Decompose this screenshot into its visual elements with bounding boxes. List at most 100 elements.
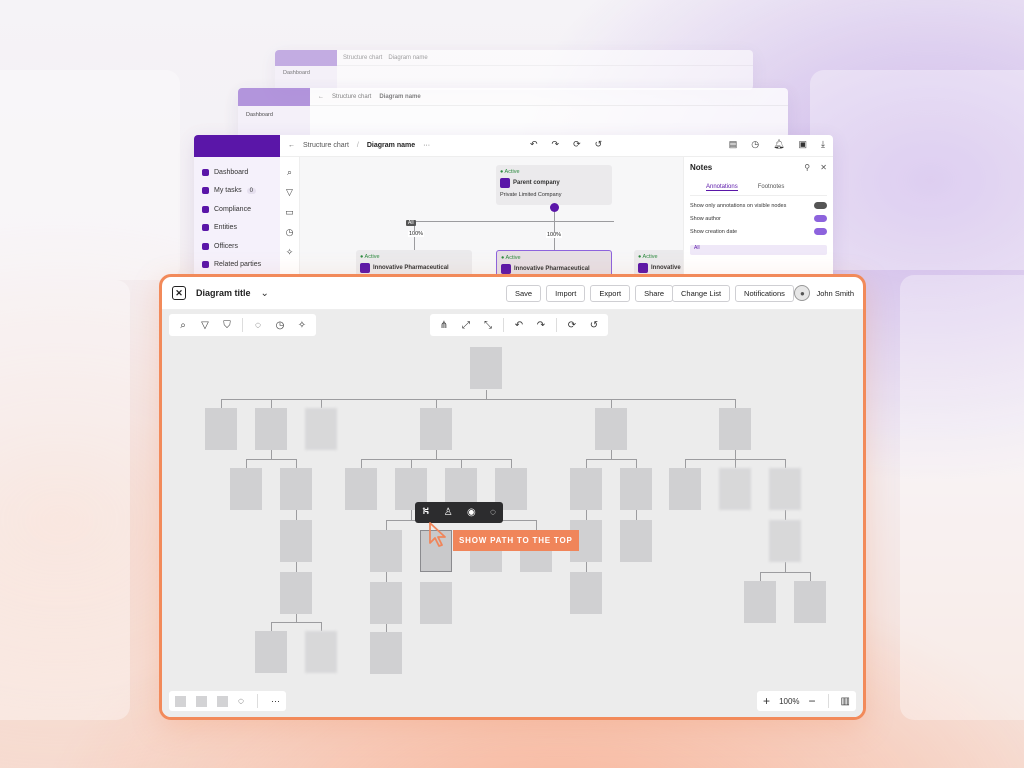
history-icon[interactable]: ◷ xyxy=(751,139,759,150)
user-menu[interactable]: ● John Smith xyxy=(794,285,854,301)
tab-footnotes[interactable]: Footnotes xyxy=(758,184,785,191)
person-icon[interactable]: ♙ xyxy=(444,507,453,518)
diagram-node[interactable] xyxy=(305,631,337,673)
highlight-icon[interactable]: ⛉ xyxy=(217,315,237,335)
diagram-node[interactable] xyxy=(255,631,287,673)
search-icon[interactable]: ⌕ xyxy=(287,167,292,178)
diagram-node[interactable] xyxy=(620,520,652,562)
diagram-node[interactable] xyxy=(370,632,402,674)
annotation-row[interactable]: All xyxy=(690,245,827,255)
diagram-node[interactable] xyxy=(255,408,287,450)
clock-icon[interactable]: ◷ xyxy=(286,227,294,238)
reset-icon[interactable]: ↺ xyxy=(595,139,603,150)
share-button[interactable]: Share xyxy=(635,285,674,302)
breadcrumb: Structure chart xyxy=(332,93,372,100)
sidebar-item-officers[interactable]: Officers xyxy=(202,237,272,256)
eye-icon[interactable]: ◉ xyxy=(467,507,476,518)
hierarchy-icon[interactable]: ⋔ xyxy=(434,315,454,335)
import-button[interactable]: Import xyxy=(546,285,586,302)
clock-icon[interactable]: ◷ xyxy=(270,315,290,335)
close-icon[interactable]: ✕ xyxy=(820,163,827,172)
back-icon[interactable]: ← xyxy=(318,94,324,100)
diagram-node[interactable] xyxy=(769,468,801,510)
sidebar-item-my-tasks[interactable]: My tasks 0 xyxy=(202,182,272,201)
diagram-node[interactable] xyxy=(794,581,826,623)
refresh-icon[interactable]: ⟳ xyxy=(573,139,581,150)
sidebar-item-related-parties[interactable]: Related parties xyxy=(202,256,272,275)
diagram-node[interactable] xyxy=(305,408,337,450)
diagram-node[interactable] xyxy=(719,408,751,450)
zoom-in-icon[interactable]: + xyxy=(763,694,770,708)
chevron-down-icon[interactable]: ⌄ xyxy=(261,288,269,299)
parent-company-card[interactable]: ● Active Parent company Private Limited … xyxy=(496,165,612,205)
diagram-node[interactable] xyxy=(669,468,701,510)
sidebar-item-entities[interactable]: Entities xyxy=(202,219,272,238)
layout-option[interactable] xyxy=(217,695,228,707)
diagram-node[interactable] xyxy=(420,582,452,624)
entity-name: Innovative Pharmaceutical xyxy=(501,264,607,274)
comment-icon[interactable]: ◌ xyxy=(238,696,244,707)
refresh-icon[interactable]: ⟳ xyxy=(562,315,582,335)
tab-annotations[interactable]: Annotations xyxy=(706,184,738,191)
change-list-button[interactable]: Change List xyxy=(672,285,731,302)
path-to-top-icon[interactable]: ⛕ xyxy=(422,506,429,519)
sparkle-icon[interactable]: ✧ xyxy=(292,315,312,335)
diagram-node[interactable] xyxy=(420,408,452,450)
diagram-node[interactable] xyxy=(345,468,377,510)
diagram-node[interactable] xyxy=(280,572,312,614)
layout-option[interactable] xyxy=(175,695,186,707)
highlight-icon[interactable]: ▭ xyxy=(285,207,294,218)
diagram-node[interactable] xyxy=(280,468,312,510)
app-logo-icon[interactable]: ✕ xyxy=(172,286,186,300)
toggle-show-author[interactable] xyxy=(814,215,827,222)
layout-option[interactable] xyxy=(196,695,207,707)
save-button[interactable]: Save xyxy=(506,285,542,302)
diagram-node[interactable] xyxy=(595,408,627,450)
export-button[interactable]: Export xyxy=(590,285,631,302)
diagram-node[interactable] xyxy=(230,468,262,510)
redo-icon[interactable]: ↷ xyxy=(531,315,551,335)
reset-icon[interactable]: ↺ xyxy=(584,315,604,335)
undo-icon[interactable]: ↶ xyxy=(530,139,538,150)
search-icon[interactable]: ⌕ xyxy=(173,315,193,335)
pin-icon[interactable]: ⚲ xyxy=(804,163,810,172)
ownership-percentage: 100% xyxy=(408,231,425,237)
toggle-creation-date[interactable] xyxy=(814,228,827,235)
filter-icon[interactable]: ▽ xyxy=(286,187,293,198)
more-options-icon[interactable]: ··· xyxy=(271,696,280,706)
notifications-button[interactable]: Notifications xyxy=(735,285,794,302)
download-icon[interactable]: ⤓ xyxy=(821,139,825,150)
comment-icon[interactable]: ◌ xyxy=(248,315,268,335)
save-icon[interactable]: ▣ xyxy=(799,139,808,150)
diagram-node[interactable] xyxy=(620,468,652,510)
expand-icon[interactable]: ⤢ xyxy=(456,315,476,335)
collapse-handle[interactable] xyxy=(550,203,559,212)
redo-icon[interactable]: ↷ xyxy=(552,139,560,150)
sidebar-item-compliance[interactable]: Compliance xyxy=(202,200,272,219)
diagram-node[interactable] xyxy=(280,520,312,562)
diagram-node[interactable] xyxy=(769,520,801,562)
bell-icon[interactable]: 🔔︎ xyxy=(773,139,784,150)
back-icon[interactable]: ← xyxy=(288,142,295,149)
diagram-node[interactable] xyxy=(570,468,602,510)
diagram-node[interactable] xyxy=(370,530,402,572)
status-active: ● Active xyxy=(500,169,520,175)
diagram-node[interactable] xyxy=(205,408,237,450)
comment-icon[interactable]: ◌ xyxy=(490,507,496,518)
undo-icon[interactable]: ↶ xyxy=(509,315,529,335)
more-options-icon[interactable]: ··· xyxy=(423,142,430,149)
filter-icon[interactable]: ▽ xyxy=(195,315,215,335)
diagram-node[interactable] xyxy=(570,572,602,614)
diagram-node-root[interactable] xyxy=(470,347,502,389)
toggle-visible-nodes[interactable] xyxy=(814,202,827,209)
map-icon[interactable]: ▥ xyxy=(841,696,850,707)
diagram-node[interactable] xyxy=(744,581,776,623)
diagram-node[interactable] xyxy=(719,468,751,510)
zoom-out-icon[interactable]: − xyxy=(809,694,816,708)
sidebar-item-dashboard[interactable]: Dashboard xyxy=(202,163,272,182)
notes-icon[interactable]: ▤ xyxy=(729,139,738,150)
collapse-icon[interactable]: ⤡ xyxy=(478,315,498,335)
diagram-title[interactable]: Diagram title xyxy=(196,288,251,298)
sparkle-icon[interactable]: ✧ xyxy=(286,247,294,258)
diagram-node[interactable] xyxy=(370,582,402,624)
